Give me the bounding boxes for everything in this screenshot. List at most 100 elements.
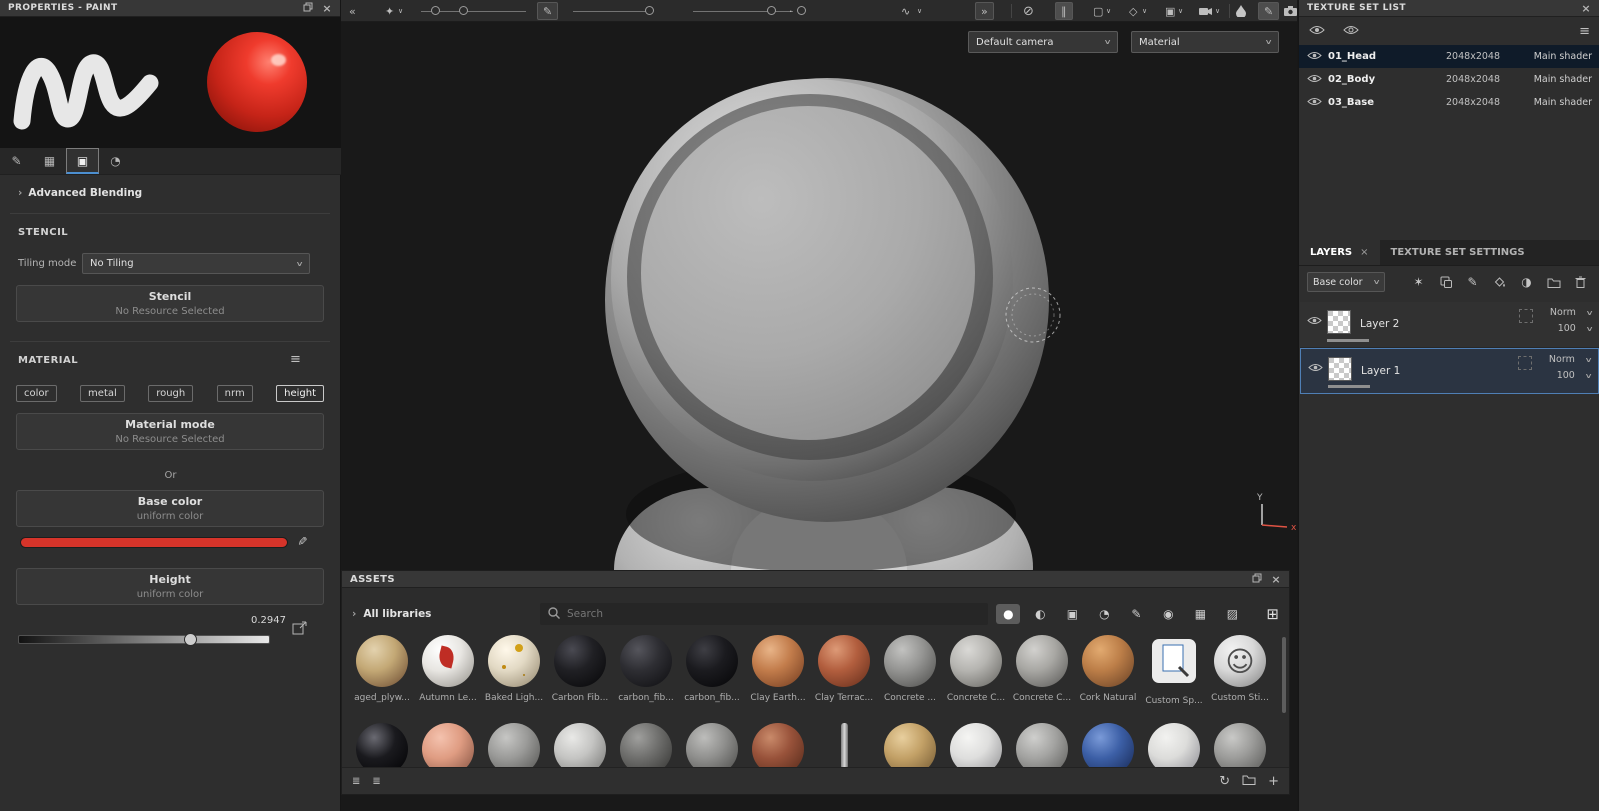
opacity-select[interactable]: 100 ∨ [1558,323,1594,334]
asset-tile[interactable] [614,723,678,769]
asset-tile[interactable] [944,723,1008,769]
asset-tile[interactable] [878,723,942,769]
filter-smart-masks-icon[interactable]: ▣ [1060,604,1084,624]
asset-tile[interactable]: Clay Earth... [746,635,810,719]
folder-icon[interactable] [1242,774,1256,788]
add-asset-icon[interactable]: + [1268,774,1279,789]
eye-icon[interactable] [1307,316,1322,328]
height-value[interactable]: 0.2947 [0,615,286,626]
add-fill-layer-icon[interactable] [1488,272,1511,292]
asset-tile[interactable] [1208,723,1272,769]
flow-slider-knob[interactable] [645,6,654,15]
search-box[interactable] [540,603,989,625]
assets-scrollbar[interactable] [1282,637,1286,713]
asset-tile[interactable]: Custom Sp... [1142,635,1206,719]
layer-thumbnail[interactable] [1327,310,1351,334]
asset-tile[interactable]: Carbon Fib... [548,635,612,719]
3d-model-canvas[interactable]: Y x [341,22,1297,570]
eye-icon[interactable] [1308,363,1323,375]
asset-tile[interactable]: aged_plyw... [350,635,414,719]
height-slider[interactable] [18,633,270,646]
filter-materials-icon[interactable]: ● [996,604,1021,624]
layer-row[interactable]: Layer 1 Norm ∨ 100 ∨ [1300,348,1599,394]
asset-tile[interactable]: Concrete ... [878,635,942,719]
disable-symmetry-icon[interactable]: ⊘ [1023,0,1034,22]
base-color-button[interactable]: Base color uniform color [16,490,324,527]
tiling-mode-select[interactable]: No Tiling ∨ [82,253,310,274]
pause-engine-icon[interactable]: ∥ [1055,2,1073,20]
delete-layer-icon[interactable] [1569,272,1592,292]
asset-tile[interactable]: Clay Terrac... [812,635,876,719]
opacity-slider[interactable] [693,11,793,12]
channel-rough-button[interactable]: rough [148,385,194,402]
asset-tile[interactable] [416,723,480,769]
channel-color-button[interactable]: color [16,385,57,402]
paint-brush-mode-icon[interactable]: ✎ [1258,2,1280,20]
add-paint-layer-icon[interactable]: ✎ [1461,272,1484,292]
asset-tile[interactable]: Concrete C... [944,635,1008,719]
material-options-icon[interactable]: ≡ [290,352,301,367]
tab-symmetry[interactable]: ◔ [99,148,132,174]
asset-tile[interactable]: carbon_fib... [614,635,678,719]
tab-layers[interactable]: LAYERS × [1299,240,1380,265]
camera-mode-icon[interactable] [1199,0,1213,22]
asset-tile[interactable]: Baked Ligh... [482,635,546,719]
filter-textures-icon[interactable]: ▦ [1188,604,1212,624]
layer-row[interactable]: Layer 2 Norm ∨ 100 ∨ [1300,302,1599,348]
asset-tile[interactable] [482,723,546,769]
blend-mode-select[interactable]: Norm ∨ [1549,354,1593,365]
physics-icon[interactable]: ✦ [385,0,394,22]
asset-tile[interactable]: Concrete C... [1010,635,1074,719]
library-selector[interactable]: › All libraries [352,608,532,620]
close-icon[interactable]: × [322,3,332,14]
eye-outline-icon[interactable] [1343,25,1359,38]
paint-drop-icon[interactable] [1236,0,1246,22]
material-mode-button[interactable]: Material mode No Resource Selected [16,413,324,450]
asset-tile[interactable] [350,723,414,769]
stencil-resource-button[interactable]: Stencil No Resource Selected [16,285,324,322]
tab-stencil[interactable]: ▦ [33,148,66,174]
add-folder-icon[interactable] [1542,272,1565,292]
asset-tile[interactable] [746,723,810,769]
asset-tile[interactable] [812,723,876,769]
stroke-path-icon[interactable]: ∿ [901,0,910,22]
plane-view-icon[interactable]: ▢ [1093,0,1103,22]
base-color-swatch[interactable] [20,537,288,548]
opacity-select[interactable]: 100 ∨ [1557,370,1593,381]
height-slider-knob[interactable] [184,633,197,646]
filter-smart-materials-icon[interactable]: ◐ [1028,604,1052,624]
asset-tile[interactable] [1274,723,1275,769]
asset-tile[interactable]: Autumn Le... [416,635,480,719]
collapse-toolbar-icon[interactable]: « [349,0,356,22]
flow-slider[interactable] [573,11,653,12]
filter-brushes-icon[interactable]: ✎ [1124,604,1148,624]
eye-icon[interactable] [1307,74,1322,86]
asset-tile[interactable]: ☺ Custom Sti... [1208,635,1272,719]
tab-material[interactable]: ▣ [66,148,99,174]
height-texture-slot-icon[interactable] [292,621,308,638]
asset-tile[interactable] [548,723,612,769]
eye-icon[interactable] [1307,51,1322,63]
channel-nrm-button[interactable]: nrm [216,385,253,402]
mask-slot[interactable] [1518,356,1532,370]
texture-set-row[interactable]: 03_Base 2048x2048 Main shader [1299,91,1599,114]
filter-environments-icon[interactable]: ▨ [1220,604,1244,624]
texture-set-options-icon[interactable]: ≡ [1579,24,1590,39]
undock-icon[interactable] [1252,573,1262,585]
advanced-blending-toggle[interactable]: › Advanced Blending [18,187,142,199]
shape-view-icon[interactable]: ◇ [1129,0,1137,22]
asset-tile[interactable] [1142,723,1206,769]
texture-set-row[interactable]: 02_Body 2048x2048 Main shader [1299,68,1599,91]
tab-texture-set-settings[interactable]: TEXTURE SET SETTINGS [1380,240,1536,265]
texture-set-row[interactable]: 01_Head 2048x2048 Main shader [1299,45,1599,68]
close-icon[interactable]: × [1271,574,1281,585]
close-icon[interactable]: × [1581,3,1591,14]
filter-filters-icon[interactable]: ◔ [1092,604,1116,624]
blend-mode-select[interactable]: Norm ∨ [1550,307,1594,318]
asset-tile[interactable]: Cork Natural [1076,635,1140,719]
size-slider-knob2[interactable] [459,6,468,15]
effect-wand-icon[interactable]: ✶ [1407,272,1430,292]
search-input[interactable] [567,608,981,620]
brush-tool-icon[interactable]: ✎ [537,2,559,20]
compact-view-icon[interactable]: ≣ [372,776,380,787]
